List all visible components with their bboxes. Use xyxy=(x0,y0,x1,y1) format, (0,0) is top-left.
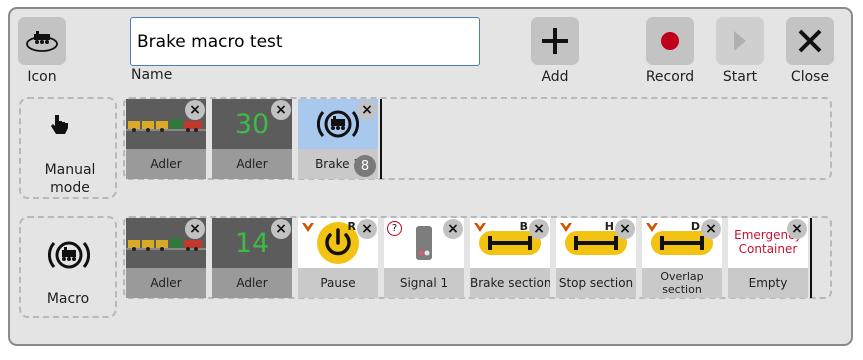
macro-tile-loco[interactable]: × Adler xyxy=(126,218,206,298)
tile-tag: B xyxy=(519,220,528,233)
start-label: Start xyxy=(722,69,758,85)
macro-mode-box[interactable]: Macro xyxy=(19,216,117,318)
add-label: Add xyxy=(541,69,569,85)
plus-icon xyxy=(542,28,568,54)
record-label: Record xyxy=(645,69,695,85)
remove-tile-icon[interactable]: × xyxy=(615,219,635,239)
manual-mode-label: Manual mode xyxy=(44,162,96,196)
tile-tag: H xyxy=(604,220,614,233)
check-marker-icon xyxy=(302,223,314,232)
question-icon: ? xyxy=(387,221,402,236)
macro-tile-pause[interactable]: R × Pause xyxy=(298,218,378,298)
remove-tile-icon[interactable]: × xyxy=(185,219,205,239)
tile-label: Adler xyxy=(212,268,292,298)
remove-tile-icon[interactable]: × xyxy=(529,219,549,239)
remove-tile-icon[interactable]: × xyxy=(701,219,721,239)
remove-tile-icon[interactable]: × xyxy=(271,219,291,239)
brake-macro-icon xyxy=(48,241,90,269)
tile-label: Overlap section xyxy=(642,268,722,298)
manual-insert-marker xyxy=(380,99,382,179)
remove-tile-icon[interactable]: × xyxy=(271,100,291,120)
icon-button[interactable] xyxy=(18,17,66,65)
icon-label: Icon xyxy=(27,69,57,85)
add-button[interactable] xyxy=(531,17,579,65)
start-button[interactable] xyxy=(716,17,764,65)
tile-label: Pause xyxy=(298,268,378,298)
remove-tile-icon[interactable]: × xyxy=(185,100,205,120)
manual-mode-box[interactable]: Manual mode xyxy=(19,97,117,199)
tile-label: Signal 1 xyxy=(384,268,464,298)
remove-tile-icon[interactable]: × xyxy=(357,100,377,120)
tile-label: Stop section xyxy=(556,268,636,298)
name-input[interactable] xyxy=(130,17,480,66)
macro-tile-container[interactable]: Emergency Container × Empty xyxy=(728,218,808,298)
macro-tile-brake-section[interactable]: B × Brake section xyxy=(470,218,550,298)
remove-tile-icon[interactable]: × xyxy=(787,219,807,239)
close-icon xyxy=(798,29,822,53)
record-button[interactable] xyxy=(646,17,694,65)
tile-label: Adler xyxy=(126,268,206,298)
macro-tile-signal[interactable]: ? × Signal 1 xyxy=(384,218,464,298)
manual-tile-speed[interactable]: 30 × Adler xyxy=(212,99,292,179)
macro-tile-speed[interactable]: 14 × Adler xyxy=(212,218,292,298)
manual-tile-brake[interactable]: × Brake 1 8 xyxy=(298,99,378,179)
manual-tile-loco[interactable]: × Adler xyxy=(126,99,206,179)
play-icon xyxy=(734,31,746,51)
tile-label: Brake section xyxy=(470,268,550,298)
close-label: Close xyxy=(790,69,830,85)
remove-tile-icon[interactable]: × xyxy=(443,219,463,239)
macro-tile-overlap-section[interactable]: D × Overlap section xyxy=(642,218,722,298)
tile-label: Empty xyxy=(728,268,808,298)
tile-tag: R xyxy=(347,220,356,233)
macro-tile-stop-section[interactable]: H × Stop section xyxy=(556,218,636,298)
remove-tile-icon[interactable]: × xyxy=(357,219,377,239)
hand-pointer-icon xyxy=(51,115,68,134)
tile-tag: D xyxy=(690,220,700,233)
loco-icon xyxy=(26,31,58,52)
name-label: Name xyxy=(131,67,173,83)
signal-icon xyxy=(416,226,432,260)
macro-insert-marker xyxy=(810,218,812,298)
count-badge: 8 xyxy=(354,155,376,177)
tile-label: Adler xyxy=(126,149,206,179)
record-icon xyxy=(661,32,679,50)
tile-label: Adler xyxy=(212,149,292,179)
brake-icon xyxy=(317,110,359,138)
close-button[interactable] xyxy=(786,17,834,65)
macro-mode-label: Macro xyxy=(46,291,90,307)
